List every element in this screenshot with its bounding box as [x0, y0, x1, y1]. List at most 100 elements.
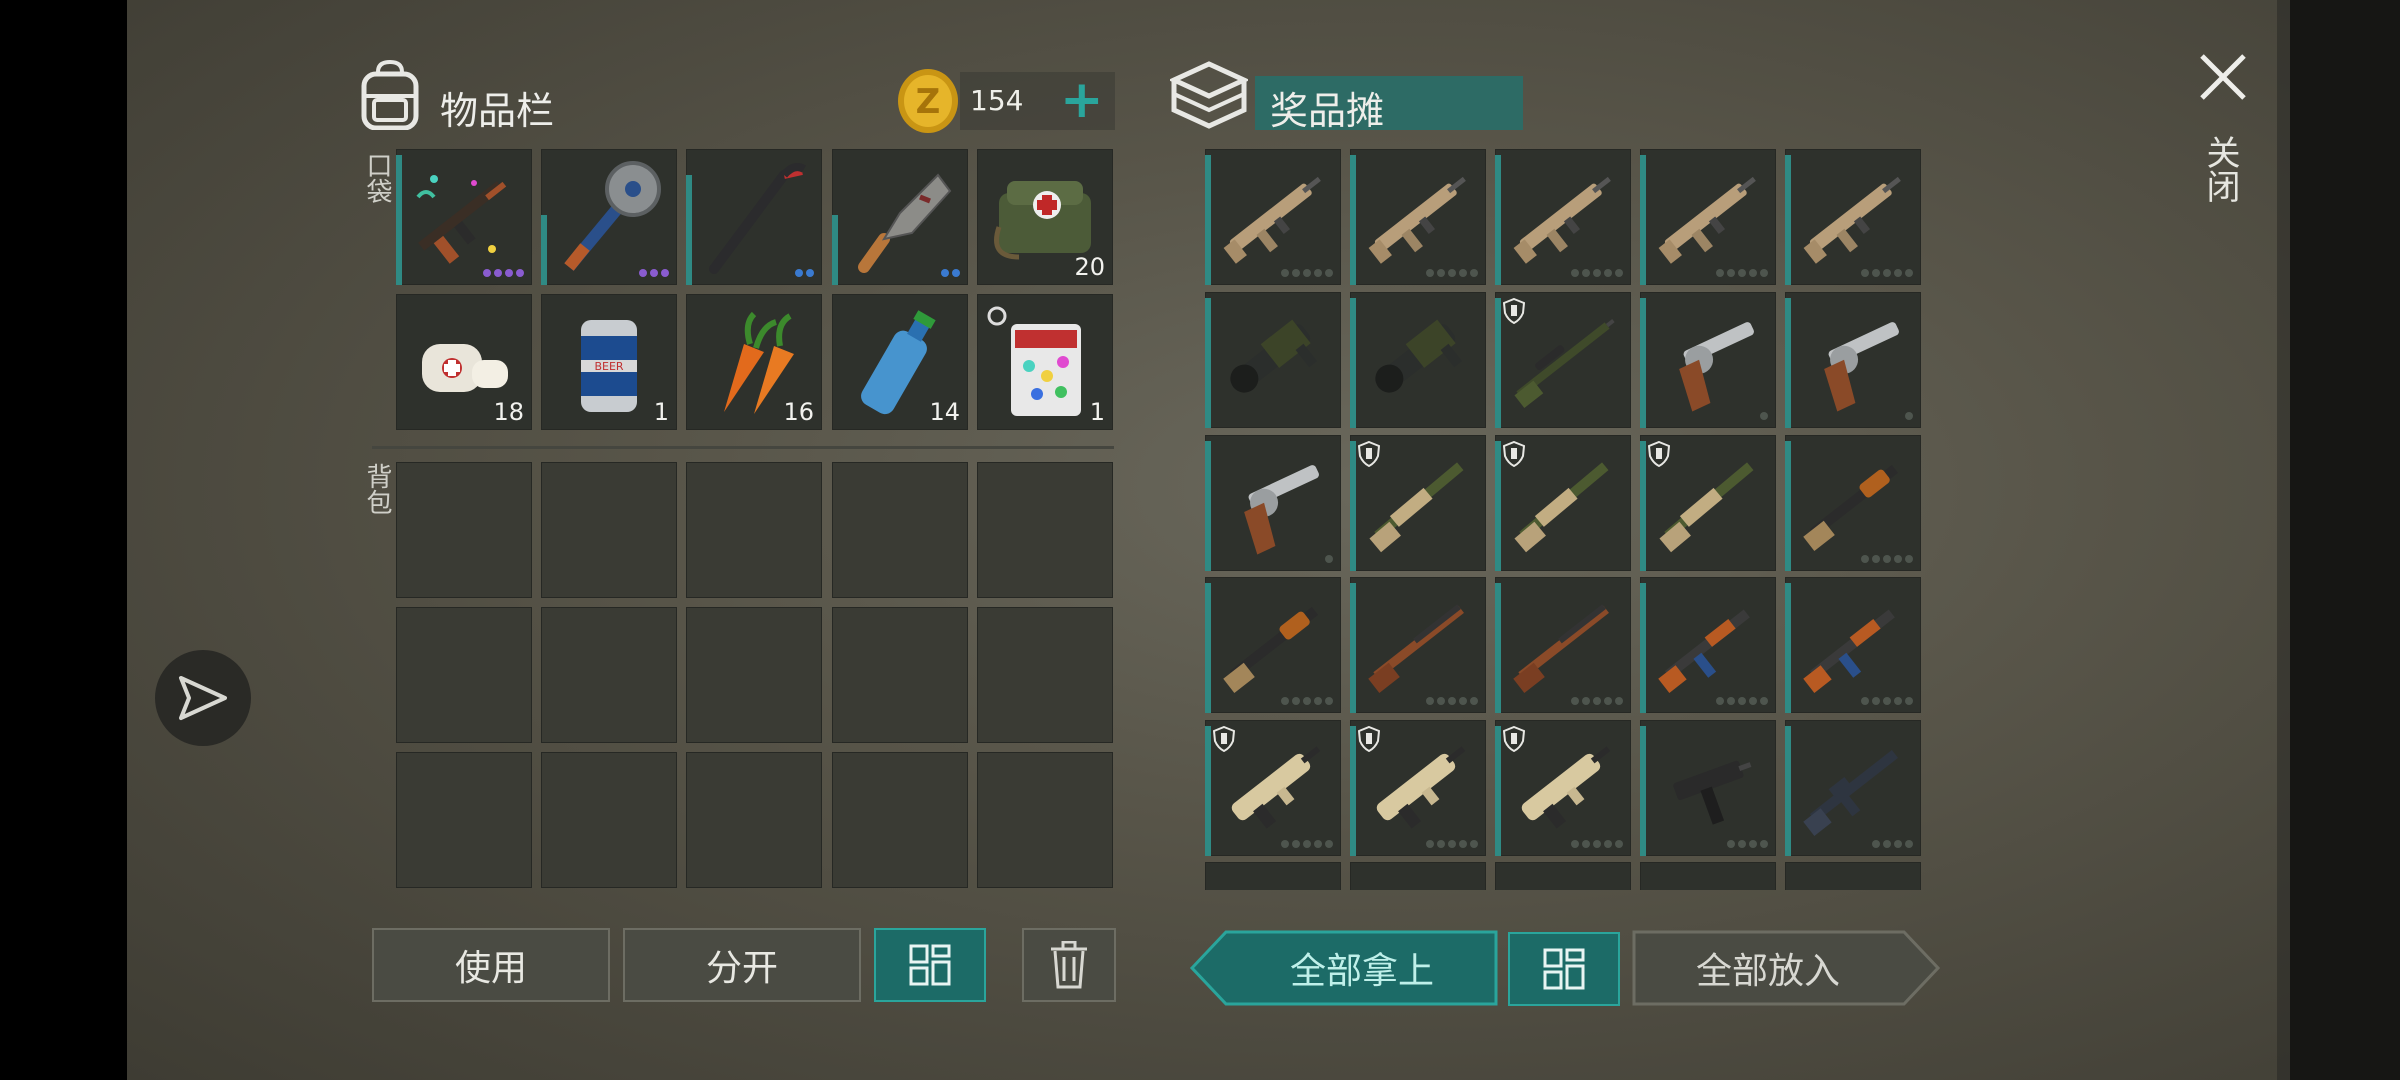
durability-bar	[1350, 441, 1356, 571]
pocket-slot[interactable]: 16	[686, 294, 822, 430]
loot-slot[interactable]	[1785, 292, 1921, 428]
quality-dots	[1325, 555, 1333, 563]
close-icon[interactable]	[2198, 52, 2248, 102]
loot-slot[interactable]	[1785, 577, 1921, 713]
quality-dots	[1426, 840, 1478, 848]
loot-slot[interactable]	[1785, 720, 1921, 856]
durability-bar	[1350, 155, 1356, 285]
loot-slot[interactable]	[1785, 435, 1921, 571]
durability-bar	[1205, 726, 1211, 856]
pocket-slot[interactable]: 20	[977, 149, 1113, 285]
loot-slot[interactable]	[1205, 577, 1341, 713]
loot-slot[interactable]	[1640, 435, 1776, 571]
backpack-slot[interactable]	[832, 752, 968, 888]
take-all-button[interactable]: 全部拿上	[1226, 930, 1498, 1006]
loot-slot[interactable]	[1205, 149, 1341, 285]
loot-slot[interactable]	[1205, 292, 1341, 428]
shield-icon	[1503, 298, 1525, 324]
quality-dots	[1872, 840, 1913, 848]
pocket-slot[interactable]: 1	[977, 294, 1113, 430]
send-icon	[179, 676, 227, 720]
loot-slot[interactable]	[1495, 862, 1631, 890]
loot-slot[interactable]	[1205, 435, 1341, 571]
backpack-icon	[361, 60, 419, 130]
quality-dots	[1905, 412, 1913, 420]
loot-slot[interactable]	[1350, 577, 1486, 713]
scar-rifle-icon	[1368, 176, 1466, 264]
quality-dots	[1571, 697, 1623, 705]
backpack-slot[interactable]	[686, 462, 822, 598]
backpack-slot[interactable]	[977, 607, 1113, 743]
use-button[interactable]: 使用	[372, 928, 610, 1002]
loot-slot[interactable]	[1640, 862, 1776, 890]
durability-bar	[1495, 441, 1501, 571]
svg-text:BEER: BEER	[594, 360, 623, 373]
loot-slot[interactable]	[1495, 149, 1631, 285]
loot-slot[interactable]	[1785, 149, 1921, 285]
sort-inventory-button[interactable]	[874, 928, 986, 1002]
backpack-slot[interactable]	[686, 752, 822, 888]
loot-slot[interactable]	[1350, 435, 1486, 571]
backpack-slot[interactable]	[541, 607, 677, 743]
quality-dots	[1716, 269, 1768, 277]
backpack-slot[interactable]	[396, 752, 532, 888]
quality-dots	[1281, 840, 1333, 848]
loot-slot[interactable]	[1640, 720, 1776, 856]
close-label[interactable]: 关闭	[2200, 135, 2245, 203]
uzi-icon	[1673, 760, 1752, 825]
ak-rifle-icon	[1658, 609, 1750, 693]
scar-rifle-icon	[1803, 176, 1901, 264]
pocket-slot[interactable]: 14	[832, 294, 968, 430]
pocket-slot[interactable]: 18	[396, 294, 532, 430]
durability-bar	[541, 215, 547, 285]
shield-icon	[1503, 726, 1525, 752]
loot-slot[interactable]	[1495, 292, 1631, 428]
loot-slot[interactable]	[1205, 862, 1341, 890]
backpack-slot[interactable]	[396, 462, 532, 598]
sort-loot-button[interactable]	[1508, 932, 1620, 1006]
crate-icon	[1170, 61, 1248, 129]
loot-slot[interactable]	[1350, 720, 1486, 856]
durability-bar	[1350, 583, 1356, 713]
send-button[interactable]	[155, 650, 251, 746]
backpack-slot[interactable]	[977, 462, 1113, 598]
backpack-slot[interactable]	[541, 462, 677, 598]
loot-slot[interactable]	[1350, 862, 1486, 890]
pocket-slot[interactable]	[541, 149, 677, 285]
backpack-slot[interactable]	[977, 752, 1113, 888]
beer-can-icon: BEER	[581, 320, 637, 412]
split-button[interactable]: 分开	[623, 928, 861, 1002]
loot-slot[interactable]	[1495, 720, 1631, 856]
loot-slot[interactable]	[1785, 862, 1921, 890]
durability-bar	[1785, 726, 1791, 856]
backpack-slot[interactable]	[832, 462, 968, 598]
delete-button[interactable]	[1022, 928, 1116, 1002]
pocket-slot[interactable]	[396, 149, 532, 285]
durability-bar	[1785, 583, 1791, 713]
backpack-slot[interactable]	[686, 607, 822, 743]
m16-rifle-icon	[1803, 750, 1899, 836]
loot-slot[interactable]	[1495, 435, 1631, 571]
quality-dots	[1727, 840, 1768, 848]
loot-slot[interactable]	[1640, 149, 1776, 285]
backpack-slot[interactable]	[396, 607, 532, 743]
rifle-confetti-ak-icon	[416, 175, 507, 264]
loot-slot[interactable]	[1640, 292, 1776, 428]
revolver-icon	[1244, 465, 1319, 555]
durability-bar	[1205, 298, 1211, 428]
add-coins-button[interactable]: +	[1060, 70, 1104, 130]
loot-slot[interactable]	[1495, 577, 1631, 713]
durability-bar	[396, 155, 402, 285]
quality-dots	[941, 269, 960, 277]
grid-icon	[1543, 948, 1585, 990]
pocket-slot[interactable]	[686, 149, 822, 285]
put-all-button[interactable]: 全部放入	[1632, 930, 1904, 1006]
pocket-slot[interactable]: BEER 1	[541, 294, 677, 430]
pocket-slot[interactable]	[832, 149, 968, 285]
loot-slot[interactable]	[1205, 720, 1341, 856]
backpack-slot[interactable]	[832, 607, 968, 743]
loot-slot[interactable]	[1640, 577, 1776, 713]
loot-slot[interactable]	[1350, 292, 1486, 428]
backpack-slot[interactable]	[541, 752, 677, 888]
loot-slot[interactable]	[1350, 149, 1486, 285]
